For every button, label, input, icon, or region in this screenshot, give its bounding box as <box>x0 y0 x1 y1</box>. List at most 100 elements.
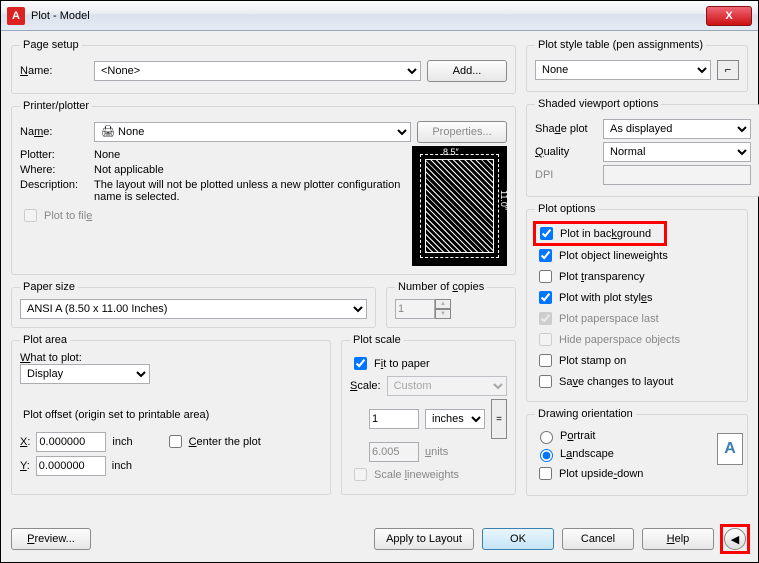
offset-x-input[interactable] <box>36 432 106 452</box>
style-table-legend: Plot style table (pen assignments) <box>535 39 706 51</box>
plot-lw-label: Plot object lineweights <box>559 250 668 262</box>
plot-options-legend: Plot options <box>535 203 598 215</box>
orientation-icon: A <box>717 433 743 465</box>
chevron-left-icon: ◀ <box>731 533 739 546</box>
shaded-legend: Shaded viewport options <box>535 98 661 110</box>
plot-bg-label: Plot in background <box>560 228 651 240</box>
plot-scale-legend: Plot scale <box>350 334 404 346</box>
fit-to-paper-checkbox[interactable] <box>354 357 367 370</box>
plot-offset-legend: Plot offset (origin set to printable are… <box>20 409 212 421</box>
plot-paperspace-checkbox <box>539 312 552 325</box>
apply-layout-button[interactable]: Apply to Layout <box>374 528 474 550</box>
plot-to-file-label: Plot to file <box>44 210 92 222</box>
paper-size-select[interactable]: ANSI A (8.50 x 11.00 Inches) <box>20 299 367 319</box>
center-plot-checkbox[interactable] <box>169 435 182 448</box>
plot-trans-label: Plot transparency <box>559 271 645 283</box>
ok-button[interactable]: OK <box>482 528 554 550</box>
style-edit-icon[interactable]: ⌐ <box>717 60 739 80</box>
page-setup-legend: Page setup <box>20 39 82 51</box>
collapse-button[interactable]: ◀ <box>724 528 746 550</box>
landscape-label: Landscape <box>560 448 614 460</box>
copies-up: ▲ <box>435 299 451 309</box>
paper-size-group: Paper size ANSI A (8.50 x 11.00 Inches) <box>11 281 376 328</box>
app-icon: A <box>7 7 25 25</box>
plot-options-group: Plot options Plot in background Plot obj… <box>526 203 748 402</box>
scale-unit-select[interactable]: inches <box>425 409 485 429</box>
plot-to-file-checkbox <box>24 209 37 222</box>
close-button[interactable]: X <box>706 6 752 26</box>
cancel-button[interactable]: Cancel <box>562 528 634 550</box>
dpi-label: DPI <box>535 169 597 181</box>
where-value: Not applicable <box>94 164 164 176</box>
plot-bg-checkbox[interactable] <box>540 227 553 240</box>
printer-legend: Printer/plotter <box>20 100 92 112</box>
what-to-plot-select[interactable]: Display <box>20 364 150 384</box>
title-bar: A Plot - Model X <box>1 1 758 31</box>
landscape-radio[interactable] <box>540 449 553 462</box>
shade-plot-select[interactable]: As displayed <box>603 119 751 139</box>
printer-name-select[interactable]: 🖨 None <box>94 122 411 142</box>
page-setup-name-label: Name: <box>20 65 88 77</box>
paper-size-legend: Paper size <box>20 281 78 293</box>
upside-checkbox[interactable] <box>539 467 552 480</box>
what-to-plot-label: What to plot: <box>20 352 322 364</box>
hide-paperspace-checkbox <box>539 333 552 346</box>
save-changes-checkbox[interactable] <box>539 375 552 388</box>
upside-label: Plot upside-down <box>559 468 643 480</box>
portrait-radio[interactable] <box>540 431 553 444</box>
plotter-value: None <box>94 149 120 161</box>
page-setup-group: Page setup Name: <None> Add... <box>11 39 516 94</box>
shade-plot-label: Shade plot <box>535 123 597 135</box>
page-setup-name-select[interactable]: <None> <box>94 61 421 81</box>
shaded-group: Shaded viewport options Shade plot As dis… <box>526 98 759 197</box>
save-changes-label: Save changes to layout <box>559 376 673 388</box>
desc-value: The layout will not be plotted unless a … <box>94 179 404 203</box>
plot-scale-group: Plot scale Fit to paper Scale: Custom inc… <box>341 334 516 495</box>
plot-stamp-checkbox[interactable] <box>539 354 552 367</box>
scale-units-input <box>369 442 419 462</box>
copies-group: Number of copies ▲▼ <box>386 281 516 328</box>
offset-y-input[interactable] <box>36 456 106 476</box>
help-button[interactable]: Help <box>642 528 714 550</box>
scale-label: Scale: <box>350 380 381 392</box>
plot-area-legend: Plot area <box>20 334 70 346</box>
portrait-label: Portrait <box>560 430 595 442</box>
scale-num-input[interactable] <box>369 409 419 429</box>
scale-lw-label: Scale lineweights <box>374 469 459 481</box>
copies-legend: Number of copies <box>395 281 487 293</box>
scale-lw-checkbox <box>354 468 367 481</box>
offset-x-unit: inch <box>112 436 132 448</box>
orientation-group: Drawing orientation Portrait Landscape P… <box>526 408 748 496</box>
scale-link-icon[interactable]: = <box>491 399 507 439</box>
offset-x-label: X: <box>20 436 30 448</box>
offset-y-label: Y: <box>20 460 30 472</box>
fit-to-paper-label: Fit to paper <box>374 358 430 370</box>
properties-button[interactable]: Properties... <box>417 121 507 143</box>
printer-name-label: Name: <box>20 126 88 138</box>
paper-preview <box>412 146 507 266</box>
dpi-input <box>603 165 751 185</box>
quality-label: Quality <box>535 146 597 158</box>
plot-lw-checkbox[interactable] <box>539 249 552 262</box>
hide-paperspace-label: Hide paperspace objects <box>559 334 680 346</box>
copies-down: ▼ <box>435 309 451 319</box>
quality-select[interactable]: Normal <box>603 142 751 162</box>
orientation-legend: Drawing orientation <box>535 408 636 420</box>
plot-stamp-label: Plot stamp on <box>559 355 626 367</box>
printer-group: Printer/plotter Name: 🖨 None Properties.… <box>11 100 516 275</box>
copies-input <box>395 299 435 319</box>
add-button[interactable]: Add... <box>427 60 507 82</box>
scale-select: Custom <box>387 376 507 396</box>
scale-units-label: units <box>425 446 485 458</box>
plot-styles-checkbox[interactable] <box>539 291 552 304</box>
style-table-select[interactable]: None <box>535 60 711 80</box>
offset-y-unit: inch <box>112 460 132 472</box>
desc-label: Description: <box>20 179 88 191</box>
plotter-label: Plotter: <box>20 149 88 161</box>
preview-button[interactable]: Preview... <box>11 528 91 550</box>
center-plot-label: Center the plot <box>189 436 261 448</box>
window-title: Plot - Model <box>31 10 706 22</box>
where-label: Where: <box>20 164 88 176</box>
plot-trans-checkbox[interactable] <box>539 270 552 283</box>
style-table-group: Plot style table (pen assignments) None … <box>526 39 748 92</box>
